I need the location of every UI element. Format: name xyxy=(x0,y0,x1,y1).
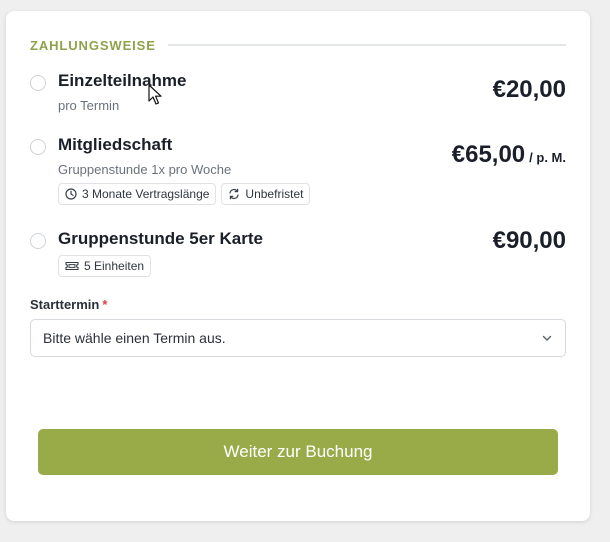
start-date-label: Starttermin * xyxy=(30,297,107,312)
required-marker: * xyxy=(102,297,108,312)
tag-unlimited: Unbefristet xyxy=(221,183,311,205)
option-price: €65,00 / p. M. xyxy=(452,141,566,169)
option-subtitle: pro Termin xyxy=(58,98,120,113)
tag-contract-length: 3 Monate Vertragslänge xyxy=(58,183,217,205)
section-divider xyxy=(167,44,566,46)
section-title: ZAHLUNGSWEISE xyxy=(30,37,156,53)
radio-button[interactable] xyxy=(30,233,46,249)
option-tags: 3 Monate Vertragslänge Unbefristet xyxy=(58,183,311,205)
continue-booking-button[interactable]: Weiter zur Buchung xyxy=(38,429,558,475)
option-title: Einzelteilnahme xyxy=(58,71,187,90)
price-suffix: / p. M. xyxy=(529,150,566,165)
payment-card: ZAHLUNGSWEISE Einzelteilnahme pro Termin… xyxy=(6,11,590,521)
price-amount: €65,00 xyxy=(451,141,526,168)
option-title: Mitgliedschaft xyxy=(58,135,173,154)
mouse-cursor-icon xyxy=(148,84,162,105)
start-date-label-text: Starttermin xyxy=(30,297,100,312)
tag-units: 5 Einheiten xyxy=(58,255,152,277)
section-header: ZAHLUNGSWEISE xyxy=(30,37,566,53)
option-tags: 5 Einheiten xyxy=(58,255,152,277)
start-date-select[interactable]: Bitte wähle einen Termin aus. xyxy=(30,319,566,357)
option-title: Gruppenstunde 5er Karte xyxy=(58,229,263,248)
repeat-icon xyxy=(229,188,240,200)
tag-label: Unbefristet xyxy=(245,187,304,201)
tag-label: 3 Monate Vertragslänge xyxy=(82,187,210,201)
select-placeholder: Bitte wähle einen Termin aus. xyxy=(43,330,226,346)
option-price: €90,00 xyxy=(493,227,566,255)
radio-button[interactable] xyxy=(30,139,46,155)
payment-option-einzelteilnahme[interactable]: Einzelteilnahme pro Termin €20,00 xyxy=(30,69,566,119)
clock-icon xyxy=(65,188,77,200)
radio-button[interactable] xyxy=(30,75,46,91)
option-subtitle: Gruppenstunde 1x pro Woche xyxy=(58,162,232,177)
option-price: €20,00 xyxy=(493,76,566,104)
price-amount: €20,00 xyxy=(492,76,566,103)
tag-label: 5 Einheiten xyxy=(84,259,145,273)
ticket-icon xyxy=(65,261,79,271)
payment-option-mitgliedschaft[interactable]: Mitgliedschaft Gruppenstunde 1x pro Woch… xyxy=(30,133,566,207)
price-amount: €90,00 xyxy=(492,227,566,254)
chevron-down-icon xyxy=(542,335,552,341)
payment-option-5er-karte[interactable]: Gruppenstunde 5er Karte €90,00 5 Einheit… xyxy=(30,227,566,279)
